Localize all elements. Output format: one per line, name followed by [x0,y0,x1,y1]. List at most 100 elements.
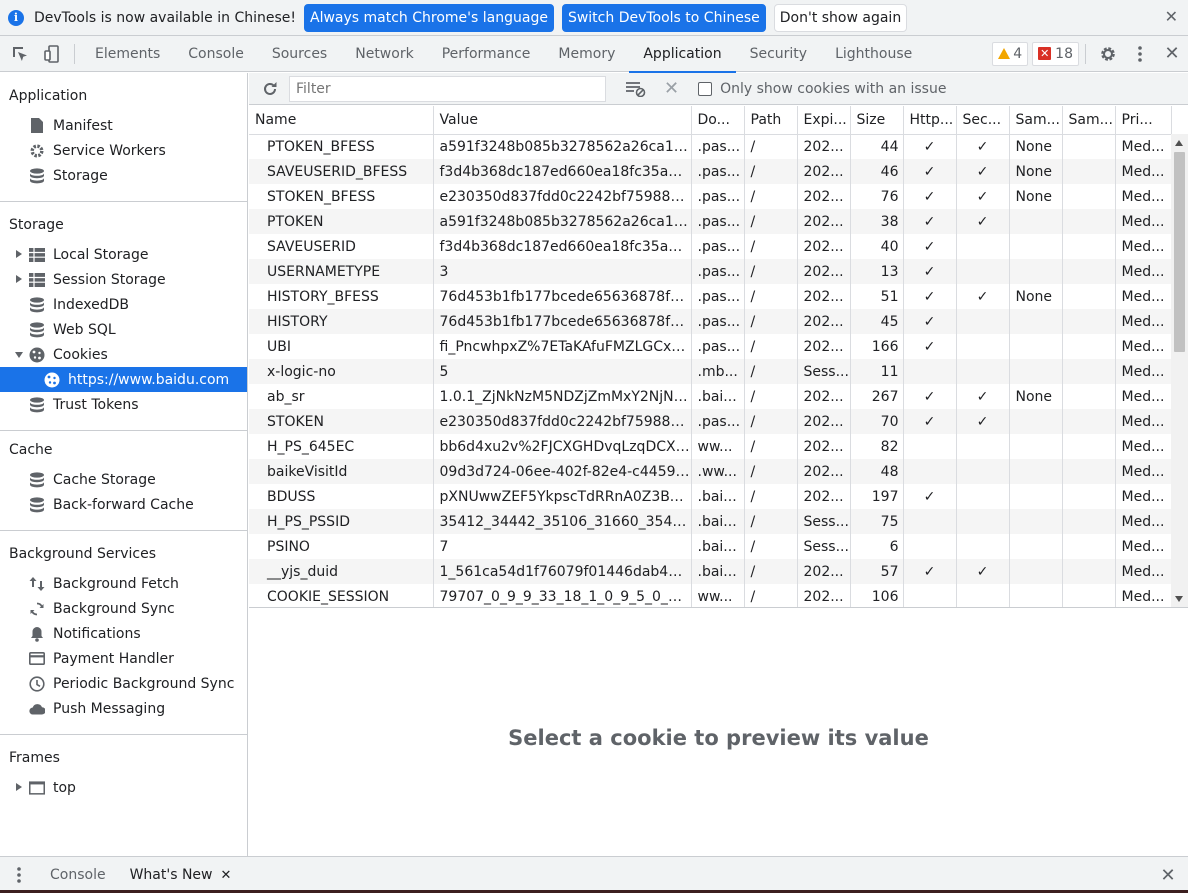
expand-arrow-icon[interactable] [16,783,22,791]
cell-priority: Med... [1115,359,1172,384]
tab-network[interactable]: Network [341,36,427,72]
warnings-counter[interactable]: 4 [992,41,1029,66]
table-row[interactable]: HISTORY_BFESS 76d453b1fb177bcede65636878f… [249,284,1172,309]
only-issues-toggle[interactable]: Only show cookies with an issue [698,81,946,97]
sidebar-item-background-fetch[interactable]: Background Fetch [0,571,247,596]
drawer-tab-whats-new[interactable]: What's New ✕ [117,857,244,893]
tab-elements[interactable]: Elements [81,36,174,72]
table-row[interactable]: STOKEN_BFESS e230350d837fdd0c2242bf75988d… [249,184,1172,209]
tab-application[interactable]: Application [629,36,736,73]
sidebar-item-notifications[interactable]: Notifications [0,621,247,646]
only-issues-checkbox[interactable] [698,81,713,96]
match-language-button[interactable]: Always match Chrome's language [304,3,554,32]
drawer-tab-console[interactable]: Console [38,857,118,893]
tab-lighthouse[interactable]: Lighthouse [821,36,926,72]
column-header-sameparty[interactable]: Sam... [1062,106,1116,135]
cell-priority: Med... [1115,459,1172,484]
column-header-httponly[interactable]: Http... [903,106,957,135]
table-row[interactable]: COOKIE_SESSION 79707_0_9_9_33_18_1_0_9_5_… [249,584,1172,607]
sidebar-item-push-messaging[interactable]: Push Messaging [0,696,247,721]
table-row[interactable]: USERNAMETYPE 3 .pas.../202... 13 ✓ Med... [249,259,1172,284]
clear-all-cookies-icon[interactable]: ✕ [664,78,679,99]
drawer-menu-icon[interactable] [0,857,38,893]
gear-icon[interactable] [1092,36,1124,72]
table-row[interactable]: PSINO 7 .bai... / Sess... 6 Med... [249,534,1172,559]
table-row[interactable]: UBI fi_PncwhpxZ%7ETaKAfuFMZLGCxYv... .pas.… [249,334,1172,359]
cell-priority: Med... [1115,234,1172,259]
column-header-expires[interactable]: Expi... [797,106,851,135]
close-devtools-icon[interactable]: ✕ [1156,36,1188,72]
clear-filtered-cookies-icon[interactable] [626,81,646,97]
switch-chinese-button[interactable]: Switch DevTools to Chinese [561,3,766,32]
tab-performance[interactable]: Performance [428,36,545,72]
sidebar-item-background-sync[interactable]: Background Sync [0,596,247,621]
table-row[interactable]: SAVEUSERID f3d4b368dc187ed660ea18fc35a952… [249,234,1172,259]
sidebar-item-frame-top[interactable]: top [0,775,247,800]
column-header-priority[interactable]: Pri... [1115,106,1172,135]
table-row[interactable]: __yjs_duid 1_561ca54d1f76079f01446dab499a… [249,559,1172,584]
column-header-path[interactable]: Path [744,106,798,135]
inspect-element-icon[interactable] [4,36,36,72]
cell-path: / [744,259,798,284]
table-row[interactable]: H_PS_PSSID 35412_34442_35106_31660_35456_… [249,509,1172,534]
main-toolbar: Elements Console Sources Network Perform… [0,36,1188,73]
sidebar-item-service-workers[interactable]: Service Workers [0,138,247,163]
cell-name: H_PS_PSSID [249,509,434,534]
tab-sources[interactable]: Sources [258,36,341,72]
table-row[interactable]: H_PS_645EC bb6d4xu2v%2FJCXGHDvqLzqDCXg...… [249,434,1172,459]
column-header-size[interactable]: Size [850,106,904,135]
dont-show-again-button[interactable]: Don't show again [773,3,908,32]
infobar-close-icon[interactable]: ✕ [1165,7,1178,26]
expand-arrow-icon[interactable] [16,275,22,283]
errors-count: 18 [1055,45,1073,62]
column-header-value[interactable]: Value [433,106,692,135]
table-row[interactable]: ab_sr 1.0.1_ZjNkNzM5NDZjZmMxY2NjNG... .bai… [249,384,1172,409]
scroll-down-arrow-icon[interactable] [1175,596,1183,602]
cell-httponly: ✓ [903,184,957,209]
sidebar-item-indexeddb[interactable]: IndexedDB [0,292,247,317]
scroll-up-arrow-icon[interactable] [1175,140,1183,146]
collapse-arrow-icon[interactable] [15,352,23,358]
expand-arrow-icon[interactable] [16,250,22,258]
more-options-icon[interactable] [1124,36,1156,72]
close-tab-icon[interactable]: ✕ [221,868,232,883]
device-toolbar-icon[interactable] [36,36,68,72]
table-row[interactable]: PTOKEN a591f3248b085b3278562a26ca170... .p… [249,209,1172,234]
table-row[interactable]: BDUSS pXNUwwZEF5YkpscTdRRnA0Z3BSM... .bai.… [249,484,1172,509]
sidebar-item-web-sql[interactable]: Web SQL [0,317,247,342]
table-row[interactable]: x-logic-no 5 .mb... / Sess... 11 Med... [249,359,1172,384]
sidebar-item-storage[interactable]: Storage [0,163,247,188]
sidebar-item-periodic-background-sync[interactable]: Periodic Background Sync [0,671,247,696]
sidebar-item-payment-handler[interactable]: Payment Handler [0,646,247,671]
table-row[interactable]: baikeVisitId 09d3d724-06ee-402f-82e4-c445… [249,459,1172,484]
column-header-domain[interactable]: Do... [691,106,745,135]
refresh-icon[interactable] [261,80,279,102]
scrollbar-thumb[interactable] [1174,152,1185,352]
sidebar-item-back-forward-cache[interactable]: Back-forward Cache [0,492,247,517]
sidebar-item-local-storage[interactable]: Local Storage [0,242,247,267]
close-drawer-icon[interactable]: ✕ [1152,857,1184,893]
cookie-filter-input[interactable] [289,75,606,102]
sidebar-item-cookie-domain[interactable]: https://www.baidu.com [0,367,247,392]
sidebar-item-session-storage[interactable]: Session Storage [0,267,247,292]
table-row[interactable]: SAVEUSERID_BFESS f3d4b368dc187ed660ea18fc… [249,159,1172,184]
tab-console[interactable]: Console [174,36,258,72]
errors-counter[interactable]: ✕ 18 [1032,41,1079,66]
column-header-name[interactable]: Name [249,106,434,135]
column-header-secure[interactable]: Sec... [956,106,1010,135]
sidebar-item-cookies[interactable]: Cookies [0,342,247,367]
tab-memory[interactable]: Memory [544,36,629,72]
sidebar-item-trust-tokens[interactable]: Trust Tokens [0,392,247,417]
table-row[interactable]: STOKEN e230350d837fdd0c2242bf75988d0... .p… [249,409,1172,434]
tab-security[interactable]: Security [736,36,822,72]
cell-expires: Sess... [797,509,851,534]
column-header-samesite[interactable]: Sam... [1009,106,1063,135]
sidebar-item-cache-storage[interactable]: Cache Storage [0,467,247,492]
table-row[interactable]: HISTORY 76d453b1fb177bcede65636878f6af...… [249,309,1172,334]
sidebar-item-manifest[interactable]: Manifest [0,113,247,138]
table-row[interactable]: PTOKEN_BFESS a591f3248b085b3278562a26ca17… [249,134,1172,159]
cell-expires: 202... [797,434,851,459]
section-title-storage: Storage [9,216,64,233]
cookies-table-scrollbar[interactable] [1171,134,1188,607]
toolbar-divider [74,43,75,64]
